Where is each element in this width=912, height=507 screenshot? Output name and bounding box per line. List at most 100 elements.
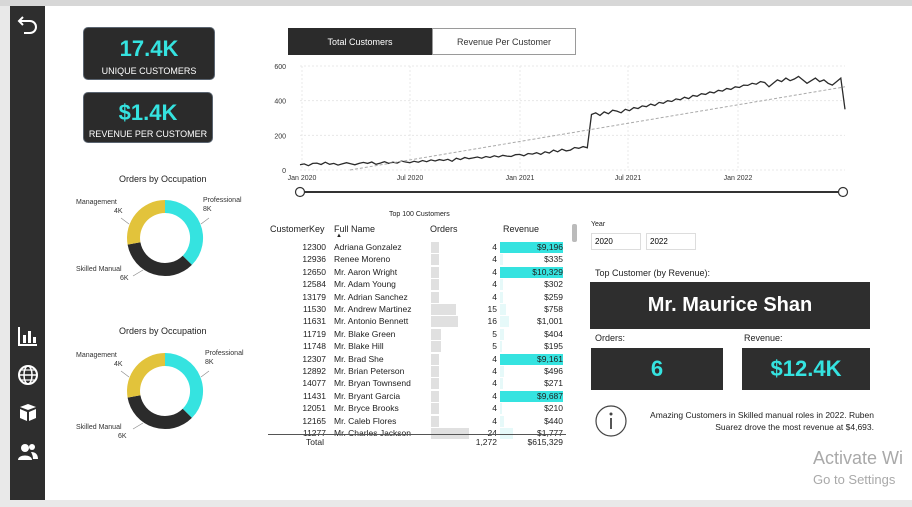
table-row[interactable]: 11748 Mr. Blake Hill 5 $195: [268, 340, 566, 353]
revenue-cell: $10,329: [532, 266, 563, 277]
top-customer-orders: 6: [591, 348, 723, 390]
revenue-cell: $9,161: [537, 353, 563, 364]
donut-title: Orders by Occupation: [119, 174, 207, 184]
management-label: Management: [76, 199, 117, 206]
year-label: Year: [591, 221, 606, 228]
orders-cell: 5: [492, 328, 497, 339]
professional-value: 8K: [203, 206, 212, 213]
customer-key-cell: 11530: [302, 304, 326, 314]
revenue-per-customer-value: $1.4K: [118, 100, 178, 125]
orders-cell: 16: [487, 316, 497, 327]
skilled-label: Skilled Manual: [76, 424, 122, 431]
tab-total-customers[interactable]: Total Customers: [288, 28, 432, 55]
total-orders: 1,272: [475, 437, 497, 447]
orders-cell: 4: [492, 403, 497, 414]
full-name-cell: Mr. Adam Young: [334, 279, 396, 290]
revenue-per-customer-label: REVENUE PER CUSTOMER: [88, 129, 208, 139]
col-header-orders[interactable]: Orders: [430, 224, 458, 234]
activate-windows-subtitle: Go to Settings: [813, 472, 896, 487]
orders-cell: 4: [492, 266, 497, 277]
year-to-input[interactable]: 2022: [646, 233, 696, 250]
management-value: 4K: [114, 208, 123, 215]
full-name-cell: Mr. Caleb Flores: [334, 415, 397, 426]
revenue-cell: $302: [544, 279, 563, 290]
bar-chart-icon[interactable]: [16, 324, 40, 348]
users-icon[interactable]: [16, 440, 40, 464]
professional-value: 8K: [205, 359, 214, 366]
table-row[interactable]: 11719 Mr. Blake Green 5 $404: [268, 328, 566, 340]
unique-customers-label: UNIQUE CUSTOMERS: [101, 66, 197, 76]
info-icon: [595, 405, 627, 437]
back-arrow-icon[interactable]: [16, 12, 40, 36]
table-row[interactable]: 12307 Mr. Brad She 4 $9,161: [268, 353, 566, 365]
activate-windows-title: Activate Wi: [813, 448, 904, 468]
y-tick-label: 600: [274, 64, 286, 71]
col-header-revenue[interactable]: Revenue: [503, 224, 539, 234]
orders-cell: 4: [492, 353, 497, 364]
col-header-customerkey[interactable]: CustomerKey: [270, 224, 325, 234]
customer-key-cell: 11431: [302, 390, 326, 401]
full-name-cell: Mr. Brad She: [334, 353, 384, 364]
globe-icon[interactable]: [16, 363, 40, 387]
table-row[interactable]: 12936 Renee Moreno 4 $335: [268, 253, 566, 266]
table-row[interactable]: 12892 Mr. Brian Peterson 4 $496: [268, 365, 566, 377]
table-scrollbar[interactable]: [572, 224, 577, 242]
orders-cell: 4: [492, 390, 497, 401]
orders-cell: 4: [492, 415, 497, 426]
table-row[interactable]: 13179 Mr. Adrian Sanchez 4 $259: [268, 291, 566, 303]
table-row[interactable]: 11530 Mr. Andrew Martinez 15 $758: [268, 303, 566, 315]
customer-key-cell: 14077: [302, 378, 326, 389]
orders-cell: 4: [492, 378, 497, 389]
skilled-value: 6K: [118, 433, 127, 440]
orders-cell: 5: [492, 341, 497, 352]
tab-revenue-per-customer[interactable]: Revenue Per Customer: [432, 28, 576, 55]
orders-cell: 4: [492, 242, 497, 252]
orders-cell: 4: [492, 291, 497, 302]
table-row[interactable]: 12300 Adriana Gonzalez 4 $9,196: [268, 241, 566, 253]
full-name-cell: Renee Moreno: [334, 254, 391, 265]
full-name-cell: Mr. Aaron Wright: [334, 266, 398, 277]
skilled-value: 6K: [120, 275, 129, 282]
trend-line: [349, 86, 846, 171]
unique-customers-card: 17.4K UNIQUE CUSTOMERS: [83, 27, 215, 80]
series-line: [299, 75, 846, 167]
x-tick-label: Jan 2021: [506, 175, 535, 182]
customer-key-cell: 12300: [302, 242, 326, 252]
revenue-cell: $9,196: [537, 242, 563, 252]
orders-cell: 15: [487, 304, 497, 314]
x-tick-label: Jan 2020: [288, 175, 317, 182]
slider-handle-end[interactable]: [837, 186, 849, 198]
orders-cell: 4: [492, 254, 497, 265]
boxes-icon[interactable]: [16, 401, 40, 425]
table-row[interactable]: 14077 Mr. Bryan Townsend 4 $271: [268, 377, 566, 390]
year-from-input[interactable]: 2020: [591, 233, 641, 250]
insight-text: Amazing Customers in Skilled manual role…: [650, 410, 874, 432]
top-customer-name: Mr. Maurice Shan: [590, 282, 870, 329]
table-row[interactable]: 12051 Mr. Bryce Brooks 4 $210: [268, 402, 566, 415]
unique-customers-value: 17.4K: [119, 36, 179, 61]
customer-key-cell: 11748: [302, 341, 326, 352]
professional-label: Professional: [205, 350, 244, 357]
customer-key-cell: 12650: [302, 266, 326, 277]
professional-label: Professional: [203, 197, 242, 204]
management-value: 4K: [114, 361, 123, 368]
table-row[interactable]: 11631 Mr. Antonio Bennett 16 $1,001: [268, 315, 566, 328]
orders-cell: 4: [492, 279, 497, 290]
donut-title: Orders by Occupation: [119, 326, 207, 336]
revenue-cell: $271: [544, 378, 563, 389]
management-label: Management: [76, 352, 117, 359]
table-row[interactable]: 11431 Mr. Bryant Garcia 4 $9,687: [268, 390, 566, 402]
full-name-cell: Mr. Bryant Garcia: [334, 390, 401, 401]
customer-key-cell: 12307: [302, 353, 326, 364]
top-customer-label: Top Customer (by Revenue):: [595, 268, 711, 278]
table-row[interactable]: 12584 Mr. Adam Young 4 $302: [268, 278, 566, 291]
full-name-cell: Mr. Adrian Sanchez: [334, 291, 408, 302]
revenue-cell: $758: [544, 304, 563, 314]
y-tick-label: 400: [274, 99, 286, 106]
table-row[interactable]: 12650 Mr. Aaron Wright 4 $10,329: [268, 266, 566, 278]
table-row[interactable]: 12165 Mr. Caleb Flores 4 $440: [268, 415, 566, 427]
customer-key-cell: 12936: [302, 254, 326, 265]
slider-handle-start[interactable]: [294, 186, 306, 198]
revenue-per-customer-card: $1.4K REVENUE PER CUSTOMER: [83, 92, 213, 143]
full-name-cell: Mr. Antonio Bennett: [334, 316, 409, 327]
